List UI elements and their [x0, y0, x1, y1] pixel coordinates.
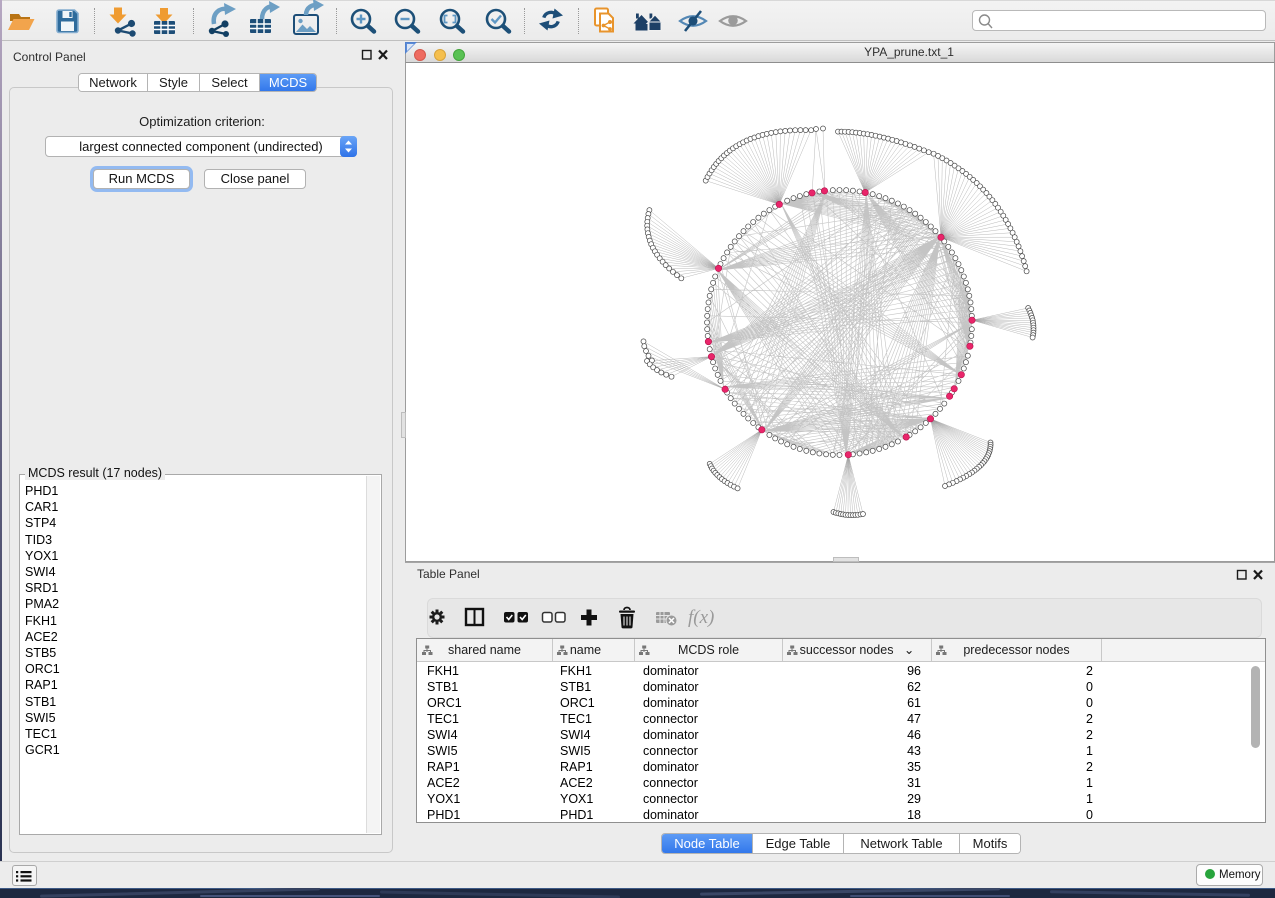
svg-text:f(x): f(x) — [688, 607, 714, 628]
